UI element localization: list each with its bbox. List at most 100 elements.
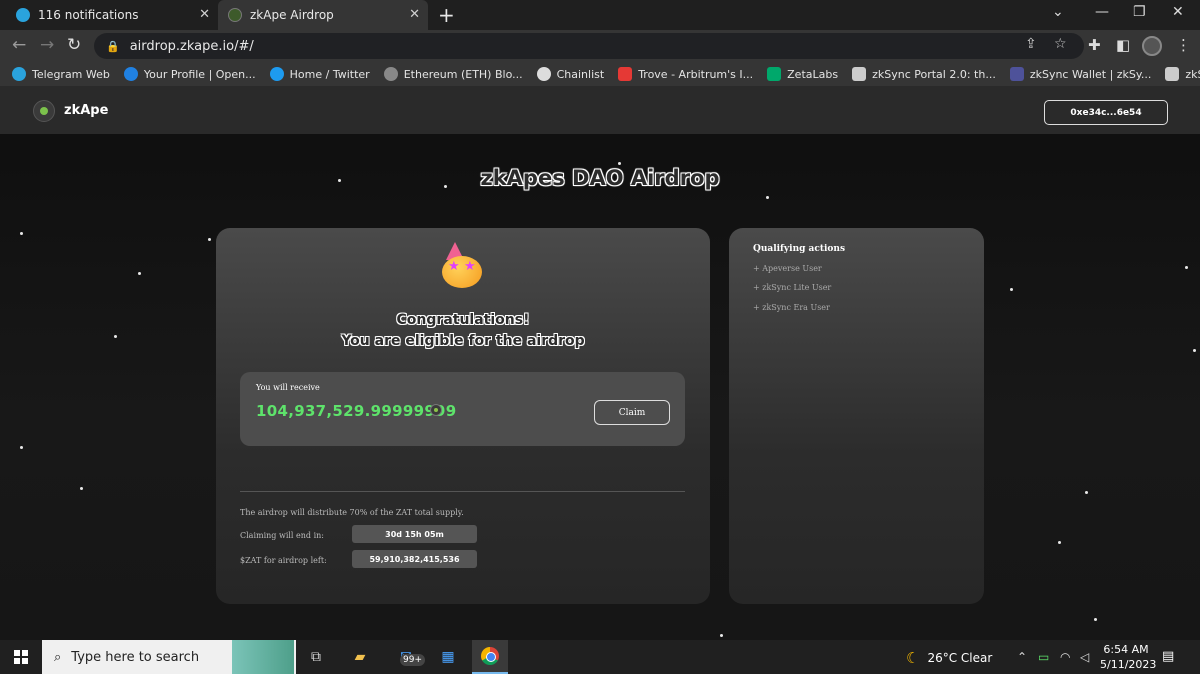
- etherscan-icon: [383, 67, 398, 81]
- mail-badge: 99+: [400, 654, 425, 666]
- close-icon[interactable]: ✕: [199, 7, 210, 22]
- chrome-taskbar-button[interactable]: [472, 640, 508, 674]
- congrats-message: Congratulations! You are eligible for th…: [216, 310, 710, 352]
- brand-name[interactable]: zkApe: [64, 103, 108, 118]
- weather-widget[interactable]: ☾ 26°C Clear: [906, 649, 992, 667]
- windows-taskbar: ⌕ Type here to search ⧉ ▰ ✉ 99+ ▦ ☾ 26°C…: [0, 640, 1200, 674]
- claim-card: ★ ★ Congratulations! You are eligible fo…: [216, 228, 710, 604]
- wallet-address-button[interactable]: 0xe34c...6e54: [1044, 100, 1168, 125]
- bookmark-trove[interactable]: Trove - Arbitrum's I...: [618, 67, 753, 81]
- distribution-note: The airdrop will distribute 70% of the Z…: [240, 508, 464, 517]
- clock-date: 5/11/2023: [1100, 658, 1157, 671]
- twitter-icon: [269, 67, 284, 81]
- bookmark-zksync-portal[interactable]: zkSync Portal 2.0: th...: [852, 67, 996, 81]
- restore-icon[interactable]: ❐: [1133, 4, 1146, 20]
- profile-avatar[interactable]: [1142, 36, 1162, 56]
- volume-icon[interactable]: ◁: [1080, 650, 1089, 664]
- file-explorer-icon[interactable]: ▰: [342, 640, 378, 674]
- reload-icon[interactable]: ↻: [67, 35, 81, 55]
- bookmark-label: Your Profile | Open...: [143, 67, 256, 81]
- bookmark-telegram[interactable]: Telegram Web: [12, 67, 110, 81]
- qualifying-title: Qualifying actions: [753, 244, 846, 254]
- star-decoration: [20, 232, 23, 235]
- party-face-icon: ★ ★: [440, 242, 488, 290]
- url-text: airdrop.zkape.io/#/: [129, 38, 254, 54]
- zksync-icon: [852, 67, 867, 81]
- congrats-line2: You are eligible for the airdrop: [341, 333, 585, 349]
- close-window-icon[interactable]: ✕: [1172, 4, 1184, 20]
- star-decoration: [208, 238, 211, 241]
- taskbar-clock[interactable]: 6:54 AM 5/11/2023: [1100, 642, 1157, 672]
- browser-tabstrip: 116 notifications ✕ zkApe Airdrop ✕ + ⌄ …: [0, 0, 1200, 30]
- moon-icon: ☾: [906, 649, 920, 667]
- minimize-icon[interactable]: —: [1095, 4, 1109, 20]
- address-bar[interactable]: 🔒 airdrop.zkape.io/#/: [94, 33, 1084, 59]
- bookmark-etherscan[interactable]: Ethereum (ETH) Blo...: [383, 67, 523, 81]
- menu-icon[interactable]: ⋮: [1176, 36, 1191, 54]
- lock-icon[interactable]: 🔒: [106, 40, 120, 53]
- zksync-wallet-icon: [1009, 67, 1024, 81]
- search-icon: ⌕: [54, 649, 62, 665]
- qualifying-item: + Apeverse User: [753, 264, 822, 273]
- divider: [240, 491, 685, 492]
- tray-chevron-icon[interactable]: ⌃: [1017, 650, 1027, 664]
- tab-notifications[interactable]: 116 notifications ✕: [0, 0, 218, 30]
- chainlist-icon: [536, 67, 551, 81]
- claim-button[interactable]: Claim: [594, 400, 670, 425]
- receive-box: You will receive 104,937,529.99999999 Cl…: [240, 372, 685, 446]
- countdown-value: 30d 15h 05m: [352, 525, 477, 543]
- tab-label: zkApe Airdrop: [250, 8, 334, 22]
- zat-token-icon: [430, 404, 442, 416]
- remaining-label: $ZAT for airdrop left:: [240, 556, 327, 565]
- battery-icon[interactable]: ▭: [1038, 650, 1049, 664]
- star-decoration: [1094, 618, 1097, 621]
- bookmark-star-icon[interactable]: ☆: [1054, 36, 1067, 52]
- forward-icon[interactable]: →: [40, 35, 54, 55]
- network-icon[interactable]: ◠: [1060, 650, 1070, 664]
- share-icon[interactable]: ⇪: [1025, 36, 1037, 52]
- sidepanel-icon[interactable]: ◧: [1116, 36, 1130, 54]
- windows-start-icon[interactable]: [14, 650, 28, 664]
- trove-icon: [618, 67, 633, 81]
- star-decoration: [1085, 491, 1088, 494]
- zksync-icon: [1165, 67, 1180, 81]
- tab-zkape-airdrop[interactable]: zkApe Airdrop ✕: [218, 0, 428, 30]
- clock-time: 6:54 AM: [1103, 643, 1149, 656]
- bookmark-chainlist[interactable]: Chainlist: [536, 67, 604, 81]
- site-header: zkApe 0xe34c...6e54: [0, 86, 1200, 134]
- back-icon[interactable]: ←: [12, 35, 26, 55]
- star-decoration: [766, 196, 769, 199]
- tab-search-icon[interactable]: ⌄: [1052, 4, 1064, 20]
- star-decoration: [618, 162, 621, 165]
- bookmark-label: Telegram Web: [32, 67, 110, 81]
- zetalabs-icon: [767, 67, 782, 81]
- extensions-icon[interactable]: ✚: [1088, 36, 1101, 54]
- tab-label: 116 notifications: [38, 8, 139, 22]
- star-decoration: [720, 634, 723, 637]
- bookmark-zksync-wallet[interactable]: zkSync Wallet | zkSy...: [1009, 67, 1151, 81]
- bookmark-twitter[interactable]: Home / Twitter: [269, 67, 370, 81]
- store-icon[interactable]: ▦: [430, 640, 466, 674]
- weather-text: 26°C Clear: [927, 651, 993, 665]
- bookmark-opensea[interactable]: Your Profile | Open...: [123, 67, 256, 81]
- zkape-icon: [228, 8, 242, 22]
- star-decoration: [80, 487, 83, 490]
- task-view-icon[interactable]: ⧉: [298, 640, 334, 674]
- receive-amount: 104,937,529.99999999: [256, 402, 457, 420]
- search-highlight-image: [232, 640, 294, 674]
- bookmark-zksync[interactable]: zkSync — Rely on...: [1165, 67, 1200, 81]
- ends-label: Claiming will end in:: [240, 531, 324, 540]
- remaining-value: 59,910,382,415,536: [352, 550, 477, 568]
- star-decoration: [1185, 266, 1188, 269]
- zkape-logo[interactable]: [33, 100, 55, 122]
- bookmark-label: Ethereum (ETH) Blo...: [403, 67, 523, 81]
- close-icon[interactable]: ✕: [409, 7, 420, 22]
- page-title: zkApes DAO Airdrop: [480, 166, 720, 190]
- notification-center-icon[interactable]: ▤: [1162, 649, 1174, 664]
- bookmark-zetalabs[interactable]: ZetaLabs: [767, 67, 838, 81]
- star-decoration: [1010, 288, 1013, 291]
- bookmark-label: Trove - Arbitrum's I...: [638, 67, 754, 81]
- browser-toolbar: ← → ↻ 🔒 airdrop.zkape.io/#/ ⇪ ☆ ✚ ◧ ⋮: [0, 30, 1200, 62]
- qualifying-card: Qualifying actions + Apeverse User + zkS…: [729, 228, 984, 604]
- new-tab-icon[interactable]: +: [438, 3, 455, 27]
